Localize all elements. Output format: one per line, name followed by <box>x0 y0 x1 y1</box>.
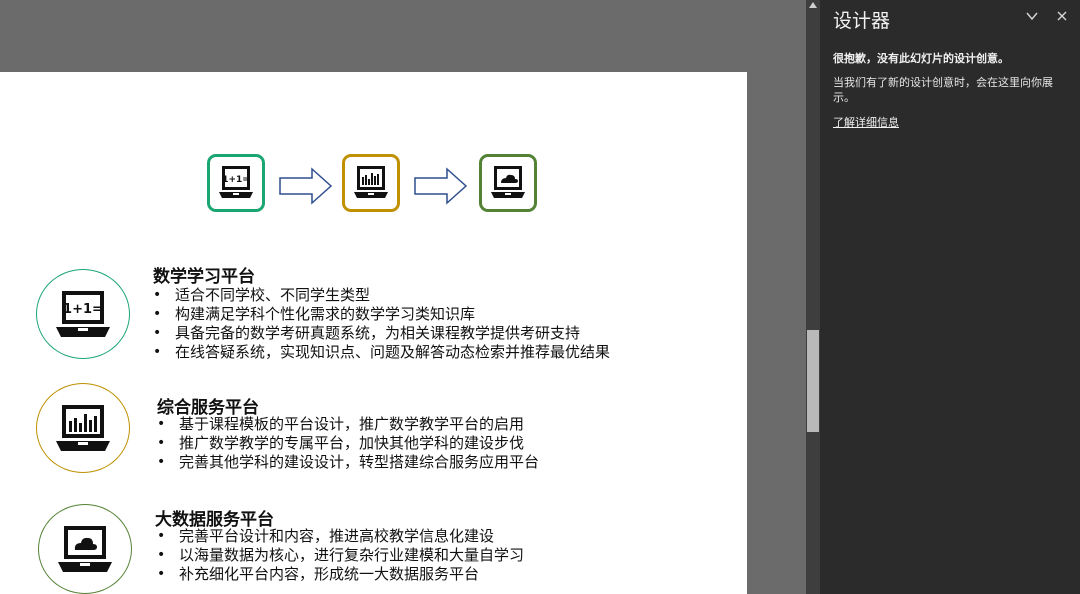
designer-hint-text: 当我们有了新的设计创意时，会在这里向你展示。 <box>833 76 1053 104</box>
flow-arrow-1 <box>279 167 333 205</box>
designer-no-ideas-message: 很抱歉，没有此幻灯片的设计创意。 <box>833 52 1009 65</box>
vertical-scrollbar[interactable] <box>806 0 820 594</box>
section-2-icon-circle <box>36 383 130 473</box>
flow-box-math-text: 1+1= <box>222 175 250 185</box>
section-1-icon-text: 1+1= <box>63 302 103 317</box>
section-3-bullets: 完善平台设计和内容，推进高校教学信息化建设 以海量数据为核心，进行复杂行业建模和… <box>157 527 524 584</box>
section-2-bullets: 基于课程模板的平台设计，推广数学教学平台的启用 推广数学教学的专属平台，加快其他… <box>157 415 539 472</box>
slide-canvas-area: 1+1= 1+1= 数学学习平台 • 适合不同学校、不同学生类型 • 构建满足学… <box>0 0 806 594</box>
calculator-laptop-icon: 1+1= <box>219 166 253 198</box>
list-item: 以海量数据为核心，进行复杂行业建模和大量自学习 <box>157 546 524 565</box>
designer-pane: 设计器 很抱歉，没有此幻灯片的设计创意。 当我们有了新的设计创意时，会在这里向你… <box>820 0 1080 594</box>
list-item: 完善平台设计和内容，推进高校教学信息化建设 <box>157 527 524 546</box>
designer-pane-title: 设计器 <box>833 10 891 32</box>
list-item: 在线答疑系统，实现知识点、问题及解答动态检索并推荐最优结果 <box>153 343 610 362</box>
section-3-icon-circle <box>38 504 132 594</box>
section-1-title: 数学学习平台 <box>153 267 255 287</box>
chevron-down-icon[interactable] <box>1025 8 1039 27</box>
bar-chart-laptop-icon <box>56 405 110 451</box>
flow-box-bigdata <box>479 154 537 212</box>
list-item: 适合不同学校、不同学生类型 <box>153 286 610 305</box>
list-item: 构建满足学科个性化需求的数学学习类知识库 <box>153 305 610 324</box>
learn-more-link[interactable]: 了解详细信息 <box>833 114 899 130</box>
list-item: 完善其他学科的建设设计，转型搭建综合服务应用平台 <box>157 453 539 472</box>
slide[interactable]: 1+1= 1+1= 数学学习平台 • 适合不同学校、不同学生类型 • 构建满足学… <box>0 72 747 594</box>
section-1-icon-circle: 1+1= <box>36 269 130 359</box>
list-item: 补充细化平台内容，形成统一大数据服务平台 <box>157 565 524 584</box>
flow-arrow-2 <box>414 167 468 205</box>
cloud-laptop-icon <box>58 526 112 572</box>
bar-chart-laptop-icon <box>354 166 388 198</box>
close-icon[interactable] <box>1055 8 1069 27</box>
flow-box-math: 1+1= <box>207 154 265 212</box>
cloud-laptop-icon <box>491 166 525 198</box>
list-item: 具备完备的数学考研真题系统，为相关课程教学提供考研支持 <box>153 324 610 343</box>
section-1-bullets: 适合不同学校、不同学生类型 构建满足学科个性化需求的数学学习类知识库 具备完备的… <box>153 286 610 362</box>
flow-box-service <box>342 154 400 212</box>
calculator-laptop-icon: 1+1= <box>56 291 110 337</box>
list-item: 推广数学教学的专属平台，加快其他学科的建设步伐 <box>157 434 539 453</box>
scroll-up-icon[interactable] <box>809 2 817 8</box>
list-item: 基于课程模板的平台设计，推广数学教学平台的启用 <box>157 415 539 434</box>
scrollbar-thumb[interactable] <box>807 330 819 432</box>
